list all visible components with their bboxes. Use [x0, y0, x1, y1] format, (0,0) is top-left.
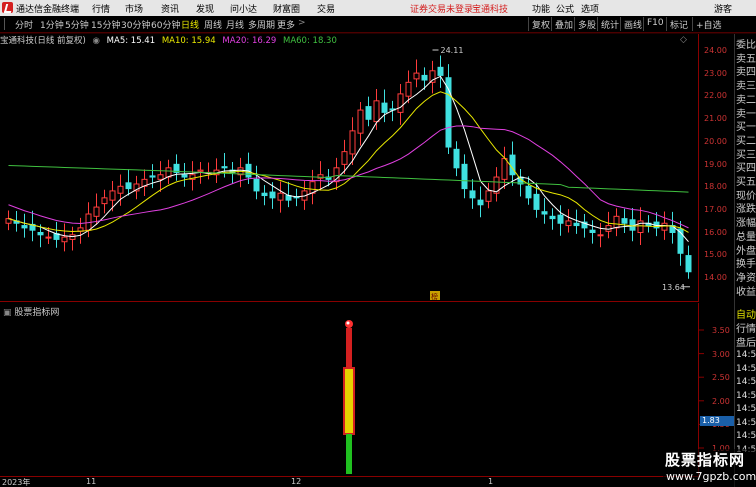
- price-tick: 15.00: [704, 250, 727, 260]
- candle-body: [37, 231, 44, 236]
- candle-body: [253, 178, 260, 192]
- tick-time: 14:5: [736, 363, 756, 374]
- price-tick: 20.00: [704, 136, 727, 146]
- candle-body: [61, 236, 68, 243]
- candle-body: [421, 74, 428, 81]
- price-tick: 19.00: [704, 159, 727, 169]
- x-tick-year: 2023年: [2, 478, 31, 487]
- candle-body: [533, 193, 540, 210]
- candle-body: [525, 185, 532, 199]
- candle-body: [341, 151, 348, 165]
- candle-body: [501, 158, 508, 180]
- candle-body: [381, 102, 388, 113]
- indicator-value-box: 1.83: [700, 416, 734, 426]
- tick-time: 14:5: [736, 377, 756, 387]
- x-tick-12: 12: [291, 477, 302, 486]
- tick-time: 14:5: [736, 431, 756, 441]
- price-tick: 14.00: [704, 273, 727, 282]
- candle-body: [541, 211, 548, 215]
- date-axis: 2023年 11 12 1: [0, 477, 700, 487]
- candle-body: [453, 148, 460, 169]
- candle-body: [445, 77, 452, 148]
- candle-body: [557, 214, 564, 224]
- signal-dot-highlight: [346, 321, 350, 325]
- candle-body: [565, 220, 572, 227]
- candle-body: [269, 191, 276, 199]
- candle-body: [589, 229, 596, 233]
- candle-body: [573, 222, 580, 227]
- candle-body: [365, 106, 372, 120]
- quote-tab[interactable]: 自动: [736, 306, 756, 321]
- candle-body: [413, 72, 420, 80]
- candle-body: [509, 154, 516, 176]
- indicator-tick: 3.50: [712, 326, 730, 335]
- candle-body: [373, 100, 380, 123]
- ma5-line: [8, 75, 689, 243]
- candle-body: [437, 66, 444, 76]
- tick-time: 14:5: [736, 390, 756, 401]
- candle-body: [621, 218, 628, 224]
- candle-body: [685, 255, 692, 273]
- candle-body: [613, 215, 620, 229]
- chart-canvas: 24.11 13.64 榜: [0, 32, 756, 474]
- price-tick: 22.00: [704, 91, 727, 101]
- high-price-label: 24.11: [441, 46, 464, 55]
- watermark-title: 股票指标网: [665, 451, 746, 469]
- ma20-line: [8, 125, 689, 229]
- candle-body: [277, 192, 284, 201]
- signal-bar-bottom: [346, 434, 352, 474]
- indicator-tick: 2.50: [712, 373, 730, 383]
- signal-bar-mid: [343, 367, 355, 435]
- indicator-tick: 3.00: [712, 349, 730, 359]
- candle-body: [181, 174, 188, 178]
- candle-body: [117, 185, 124, 194]
- price-tick: 23.00: [704, 68, 727, 78]
- candle-body: [109, 190, 116, 201]
- watermark: 股票指标网 www.7gpzb.com: [663, 449, 756, 487]
- x-tick-11: 11: [86, 477, 97, 486]
- price-tick: 21.00: [704, 114, 727, 124]
- candle-body: [597, 234, 604, 237]
- event-marker-label: 榜: [431, 292, 438, 301]
- candle-body: [93, 206, 100, 217]
- candle-body: [461, 163, 468, 190]
- price-tick: 17.00: [704, 204, 727, 214]
- price-tick: 16.00: [704, 227, 727, 237]
- indicator-tick: 2.00: [712, 396, 730, 406]
- candle-body: [149, 175, 156, 178]
- quote-tab[interactable]: 行情: [736, 320, 756, 335]
- candle-body: [469, 190, 476, 199]
- candle-body: [637, 220, 644, 233]
- quote-label: 收益: [736, 286, 756, 298]
- candle-body: [125, 182, 132, 190]
- price-tick: 18.00: [704, 182, 727, 192]
- tick-time: 14:5: [736, 404, 756, 414]
- candle-body: [261, 192, 268, 197]
- candle-body: [405, 81, 412, 97]
- candle-body: [157, 174, 164, 180]
- candle-body: [549, 215, 556, 220]
- watermark-url: www.7gpzb.com: [666, 470, 756, 483]
- candle-body: [45, 236, 52, 239]
- candle-body: [349, 130, 356, 155]
- candle-body: [397, 93, 404, 113]
- signal-bar-top: [346, 328, 352, 368]
- quote-tab[interactable]: 盘后: [736, 334, 756, 349]
- candle-body: [197, 169, 204, 172]
- candle-body: [485, 190, 492, 202]
- candle-body: [101, 197, 108, 205]
- x-tick-1: 1: [488, 477, 494, 486]
- candle-body: [661, 222, 668, 231]
- price-tick: 24.00: [704, 46, 727, 55]
- candle-body: [357, 109, 364, 134]
- candle-body: [477, 199, 484, 206]
- tick-time: 14:5: [736, 417, 756, 428]
- candle-body: [221, 166, 228, 169]
- ma10-line: [8, 91, 689, 233]
- tick-time: 14:5: [736, 350, 756, 360]
- candle-body: [21, 225, 28, 229]
- low-price-label: 13.64: [662, 283, 685, 292]
